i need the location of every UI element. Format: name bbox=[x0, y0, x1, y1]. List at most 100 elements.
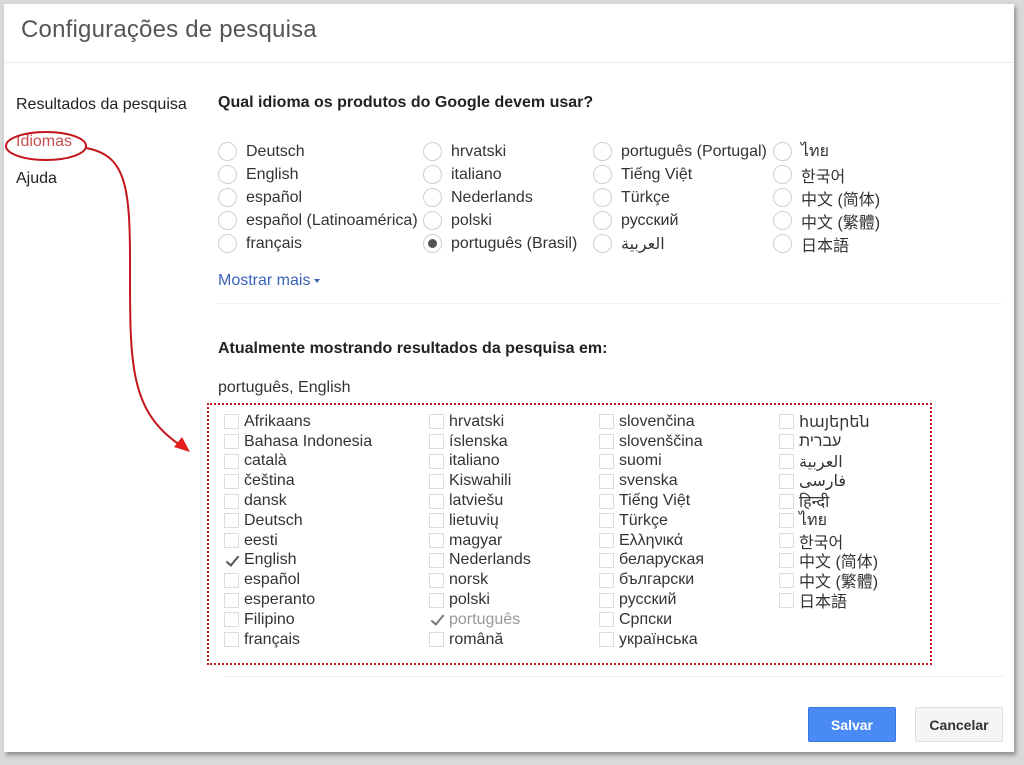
language-checkbox-option[interactable]: svenska bbox=[599, 471, 779, 491]
radio-button[interactable] bbox=[773, 165, 792, 184]
checkbox[interactable] bbox=[779, 572, 794, 588]
language-checkbox-option[interactable]: Afrikaans bbox=[224, 412, 429, 432]
language-checkbox-option[interactable]: Deutsch bbox=[224, 511, 429, 531]
checkbox[interactable] bbox=[224, 453, 239, 469]
language-checkbox-option[interactable]: polski bbox=[429, 590, 599, 610]
language-checkbox-option[interactable]: Bahasa Indonesia bbox=[224, 432, 429, 452]
checkbox[interactable] bbox=[429, 453, 444, 469]
language-radio-option[interactable]: português (Portugal) bbox=[593, 140, 773, 163]
radio-button[interactable] bbox=[218, 234, 237, 253]
language-checkbox-option[interactable]: íslenska bbox=[429, 432, 599, 452]
language-radio-option[interactable]: português (Brasil) bbox=[423, 232, 593, 255]
language-checkbox-option[interactable]: dansk bbox=[224, 491, 429, 511]
language-checkbox-option[interactable]: eesti bbox=[224, 531, 429, 551]
radio-button[interactable] bbox=[773, 234, 792, 253]
radio-button[interactable] bbox=[593, 142, 612, 161]
save-button[interactable]: Salvar bbox=[808, 707, 896, 742]
checkbox[interactable] bbox=[779, 434, 794, 450]
checkbox[interactable] bbox=[599, 612, 614, 628]
checkbox[interactable] bbox=[599, 533, 614, 549]
checkbox[interactable] bbox=[599, 632, 614, 648]
checkbox[interactable] bbox=[224, 533, 239, 549]
checkbox[interactable] bbox=[429, 592, 444, 608]
language-radio-option[interactable]: ไทย bbox=[773, 140, 933, 163]
checkbox[interactable] bbox=[429, 434, 444, 450]
language-radio-option[interactable]: English bbox=[218, 163, 423, 186]
checkbox[interactable] bbox=[224, 493, 239, 509]
radio-button[interactable] bbox=[218, 188, 237, 207]
checkbox[interactable] bbox=[779, 592, 794, 608]
language-checkbox-option[interactable]: български bbox=[599, 570, 779, 590]
language-checkbox-option[interactable]: русский bbox=[599, 590, 779, 610]
language-checkbox-option[interactable]: Türkçe bbox=[599, 511, 779, 531]
checkmark-icon[interactable] bbox=[224, 553, 239, 568]
checkbox[interactable] bbox=[599, 592, 614, 608]
language-checkbox-option[interactable]: slovenčina bbox=[599, 412, 779, 432]
language-radio-option[interactable]: 中文 (简体) bbox=[773, 186, 933, 209]
sidebar-item-search-results[interactable]: Resultados da pesquisa bbox=[16, 94, 196, 131]
sidebar-item-help[interactable]: Ajuda bbox=[16, 168, 196, 205]
language-checkbox-option[interactable]: slovenščina bbox=[599, 432, 779, 452]
checkbox[interactable] bbox=[779, 414, 794, 430]
checkbox[interactable] bbox=[429, 513, 444, 529]
language-checkbox-option[interactable]: Kiswahili bbox=[429, 471, 599, 491]
checkbox[interactable] bbox=[599, 414, 614, 430]
language-checkbox-option[interactable]: latviešu bbox=[429, 491, 599, 511]
language-radio-option[interactable]: 中文 (繁體) bbox=[773, 209, 933, 232]
radio-button[interactable] bbox=[423, 165, 442, 184]
radio-button[interactable] bbox=[218, 165, 237, 184]
checkbox[interactable] bbox=[429, 552, 444, 568]
language-radio-option[interactable]: Türkçe bbox=[593, 186, 773, 209]
checkbox[interactable] bbox=[429, 414, 444, 430]
checkbox[interactable] bbox=[779, 533, 794, 549]
checkbox[interactable] bbox=[429, 632, 444, 648]
radio-button[interactable] bbox=[218, 142, 237, 161]
language-radio-option[interactable]: Deutsch bbox=[218, 140, 423, 163]
checkbox[interactable] bbox=[599, 473, 614, 489]
checkbox[interactable] bbox=[599, 493, 614, 509]
language-checkbox-option[interactable]: română bbox=[429, 630, 599, 650]
language-checkbox-option[interactable]: Српски bbox=[599, 610, 779, 630]
language-checkbox-option[interactable]: العربية bbox=[779, 452, 929, 472]
checkbox[interactable] bbox=[779, 493, 794, 509]
language-radio-option[interactable]: русский bbox=[593, 209, 773, 232]
checkbox[interactable] bbox=[224, 414, 239, 430]
language-radio-option[interactable]: français bbox=[218, 232, 423, 255]
language-checkbox-option[interactable]: lietuvių bbox=[429, 511, 599, 531]
language-checkbox-option[interactable]: suomi bbox=[599, 452, 779, 472]
checkbox[interactable] bbox=[599, 513, 614, 529]
show-more-link[interactable]: Mostrar mais bbox=[218, 272, 321, 290]
checkbox[interactable] bbox=[779, 453, 794, 469]
radio-button[interactable] bbox=[773, 188, 792, 207]
radio-button[interactable] bbox=[773, 142, 792, 161]
radio-button[interactable] bbox=[593, 234, 612, 253]
language-checkbox-option[interactable]: norsk bbox=[429, 570, 599, 590]
sidebar-item-languages[interactable]: Idiomas bbox=[16, 131, 196, 168]
checkbox[interactable] bbox=[429, 533, 444, 549]
language-checkbox-option[interactable]: esperanto bbox=[224, 590, 429, 610]
language-checkbox-option[interactable]: 日本語 bbox=[779, 590, 929, 611]
checkbox[interactable] bbox=[599, 572, 614, 588]
checkbox[interactable] bbox=[599, 434, 614, 450]
checkbox[interactable] bbox=[429, 493, 444, 509]
checkbox[interactable] bbox=[429, 572, 444, 588]
language-checkbox-option[interactable]: català bbox=[224, 452, 429, 472]
language-checkbox-option[interactable]: hrvatski bbox=[429, 412, 599, 432]
language-checkbox-option[interactable]: English bbox=[224, 551, 429, 571]
checkbox[interactable] bbox=[779, 513, 794, 529]
checkbox[interactable] bbox=[599, 453, 614, 469]
language-checkbox-option[interactable]: magyar bbox=[429, 531, 599, 551]
language-radio-option[interactable]: Nederlands bbox=[423, 186, 593, 209]
language-radio-option[interactable]: español (Latinoamérica) bbox=[218, 209, 423, 232]
language-checkbox-option[interactable]: français bbox=[224, 630, 429, 650]
language-checkbox-option[interactable]: Filipino bbox=[224, 610, 429, 630]
language-checkbox-option[interactable]: українська bbox=[599, 630, 779, 650]
checkbox[interactable] bbox=[224, 434, 239, 450]
language-checkbox-option[interactable]: Nederlands bbox=[429, 551, 599, 571]
language-radio-option[interactable]: español bbox=[218, 186, 423, 209]
language-checkbox-option[interactable]: Ελληνικά bbox=[599, 531, 779, 551]
language-radio-option[interactable]: polski bbox=[423, 209, 593, 232]
checkbox[interactable] bbox=[224, 592, 239, 608]
checkbox[interactable] bbox=[224, 612, 239, 628]
language-radio-option[interactable]: Tiếng Việt bbox=[593, 163, 773, 186]
